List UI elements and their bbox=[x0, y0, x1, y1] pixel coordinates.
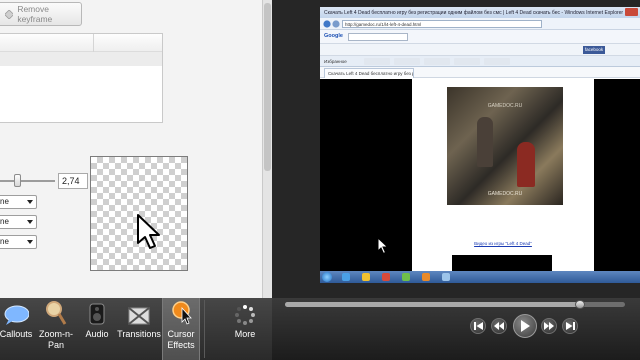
size-slider-track[interactable] bbox=[0, 180, 55, 182]
size-value-input[interactable]: 2,74 bbox=[58, 173, 88, 189]
play-button[interactable] bbox=[513, 314, 537, 338]
tool-transitions[interactable]: Transitions bbox=[116, 298, 162, 360]
chevron-down-icon bbox=[27, 220, 33, 224]
search-engine-label: Google bbox=[324, 33, 343, 39]
rewind-button[interactable] bbox=[491, 318, 507, 334]
page-content: GAMEDOC.RU GAMEDOC.RU Видео из игры "Lef… bbox=[412, 79, 594, 271]
character-figure bbox=[477, 117, 493, 167]
favorites-label: Избранное bbox=[324, 59, 347, 64]
ie-icon bbox=[342, 273, 350, 281]
properties-scrollbar[interactable] bbox=[262, 0, 272, 298]
skip-forward-button[interactable] bbox=[562, 318, 578, 334]
facebook-label: facebook bbox=[583, 46, 605, 54]
remove-keyframe-icon bbox=[5, 9, 14, 19]
tool-callouts[interactable]: Callouts bbox=[0, 298, 32, 360]
scrollbar-thumb[interactable] bbox=[264, 3, 271, 171]
app-icon bbox=[442, 273, 450, 281]
camtasia-editor: Remove keyframe 2,74 ne ne ne Callouts Z… bbox=[0, 0, 640, 360]
close-icon bbox=[625, 8, 638, 16]
windows-taskbar bbox=[320, 271, 640, 283]
table-row[interactable] bbox=[0, 52, 162, 66]
browser-title-bar: Скачать Left 4 Dead бесплатно игру без р… bbox=[320, 7, 640, 18]
remove-keyframe-label: Remove keyframe bbox=[17, 4, 53, 24]
skip-back-icon bbox=[473, 322, 483, 330]
watermark-top: GAMEDOC.RU bbox=[487, 103, 523, 109]
dropdown-value: ne bbox=[0, 237, 9, 246]
properties-panel: Remove keyframe 2,74 ne ne ne bbox=[0, 0, 262, 298]
rewind-icon bbox=[494, 322, 504, 330]
playhead-knob[interactable] bbox=[575, 300, 585, 309]
effect-dropdown-2[interactable]: ne bbox=[0, 215, 37, 229]
game-screenshot: GAMEDOC.RU GAMEDOC.RU bbox=[447, 87, 563, 205]
fast-forward-icon bbox=[544, 322, 554, 330]
web-page: GAMEDOC.RU GAMEDOC.RU Видео из игры "Lef… bbox=[320, 79, 640, 271]
chevron-down-icon bbox=[27, 200, 33, 204]
effect-dropdown-3[interactable]: ne bbox=[0, 235, 37, 249]
character-figure bbox=[517, 142, 535, 187]
tool-cursor-effects[interactable]: Cursor Effects bbox=[162, 298, 200, 360]
tool-audio[interactable]: Audio bbox=[82, 298, 112, 360]
progress-fill bbox=[285, 302, 578, 307]
toolbar-divider bbox=[204, 300, 205, 358]
playback-progress[interactable] bbox=[285, 302, 625, 307]
favorites-bar: Избранное bbox=[320, 56, 640, 67]
media-icon bbox=[382, 273, 390, 281]
keyframe-table-header bbox=[0, 34, 162, 52]
tool-label: Audio bbox=[85, 329, 109, 339]
tool-label: Callouts bbox=[0, 329, 33, 339]
column-divider[interactable] bbox=[93, 34, 94, 52]
skip-back-button[interactable] bbox=[470, 318, 486, 334]
fast-forward-button[interactable] bbox=[541, 318, 557, 334]
tool-zoom-n-pan[interactable]: Zoom-n-Pan bbox=[36, 298, 76, 360]
magnifier-icon bbox=[45, 298, 67, 328]
more-spinner-icon bbox=[234, 298, 256, 328]
folder-icon bbox=[362, 273, 370, 281]
cursor-preview bbox=[90, 156, 188, 271]
start-button-icon bbox=[322, 272, 332, 282]
favorite-item bbox=[364, 58, 390, 65]
tool-more[interactable]: More bbox=[226, 298, 264, 360]
browser-toolbar: Google bbox=[320, 30, 640, 44]
skip-forward-icon bbox=[565, 322, 575, 330]
speaker-icon bbox=[88, 298, 106, 328]
dropdown-value: ne bbox=[0, 197, 9, 206]
url-field: http://gamedoc.ru/1/l4-left-4-dead.html bbox=[342, 20, 542, 28]
favorite-item bbox=[484, 58, 510, 65]
effect-dropdown-1[interactable]: ne bbox=[0, 195, 37, 209]
window-title: Скачать Left 4 Dead бесплатно игру без р… bbox=[324, 10, 624, 16]
favorite-item bbox=[394, 58, 420, 65]
tool-label: Zoom-n-Pan bbox=[38, 329, 73, 350]
forward-icon bbox=[332, 20, 340, 28]
size-slider-thumb[interactable] bbox=[14, 174, 21, 187]
back-icon bbox=[323, 20, 331, 28]
keyframe-table[interactable] bbox=[0, 33, 163, 123]
video-embed bbox=[452, 255, 552, 271]
dropdown-value: ne bbox=[0, 217, 9, 226]
player-controls bbox=[272, 298, 640, 360]
tab-strip: Скачать Left 4 Dead бесплатно игру без р… bbox=[320, 67, 640, 78]
browser-tab: Скачать Left 4 Dead бесплатно игру без р… bbox=[324, 68, 414, 78]
task-toolbar: Callouts Zoom-n-Pan Audio Transitions Cu… bbox=[0, 298, 272, 360]
mouse-cursor-icon bbox=[377, 237, 389, 255]
browser-toolbar-2: facebook bbox=[320, 44, 640, 56]
tool-label: Cursor Effects bbox=[167, 329, 195, 350]
cursor-effects-icon bbox=[170, 298, 192, 328]
remove-keyframe-button[interactable]: Remove keyframe bbox=[0, 2, 82, 26]
video-link: Видео из игры "Left 4 Dead" bbox=[474, 241, 532, 246]
search-field bbox=[348, 33, 408, 41]
favorite-item bbox=[454, 58, 480, 65]
chevron-down-icon bbox=[27, 240, 33, 244]
callout-bubble-icon bbox=[3, 298, 29, 328]
tool-label: Transitions bbox=[117, 329, 161, 339]
recorded-screen[interactable]: Скачать Left 4 Dead бесплатно игру без р… bbox=[320, 7, 640, 283]
transitions-icon bbox=[128, 298, 150, 328]
tool-label: More bbox=[234, 329, 256, 339]
app-icon bbox=[422, 273, 430, 281]
address-bar: http://gamedoc.ru/1/l4-left-4-dead.html bbox=[320, 18, 640, 30]
favorite-item bbox=[424, 58, 450, 65]
watermark-bottom: GAMEDOC.RU bbox=[487, 191, 523, 197]
play-icon bbox=[521, 320, 530, 332]
cursor-arrow-icon bbox=[137, 214, 160, 249]
app-icon bbox=[402, 273, 410, 281]
